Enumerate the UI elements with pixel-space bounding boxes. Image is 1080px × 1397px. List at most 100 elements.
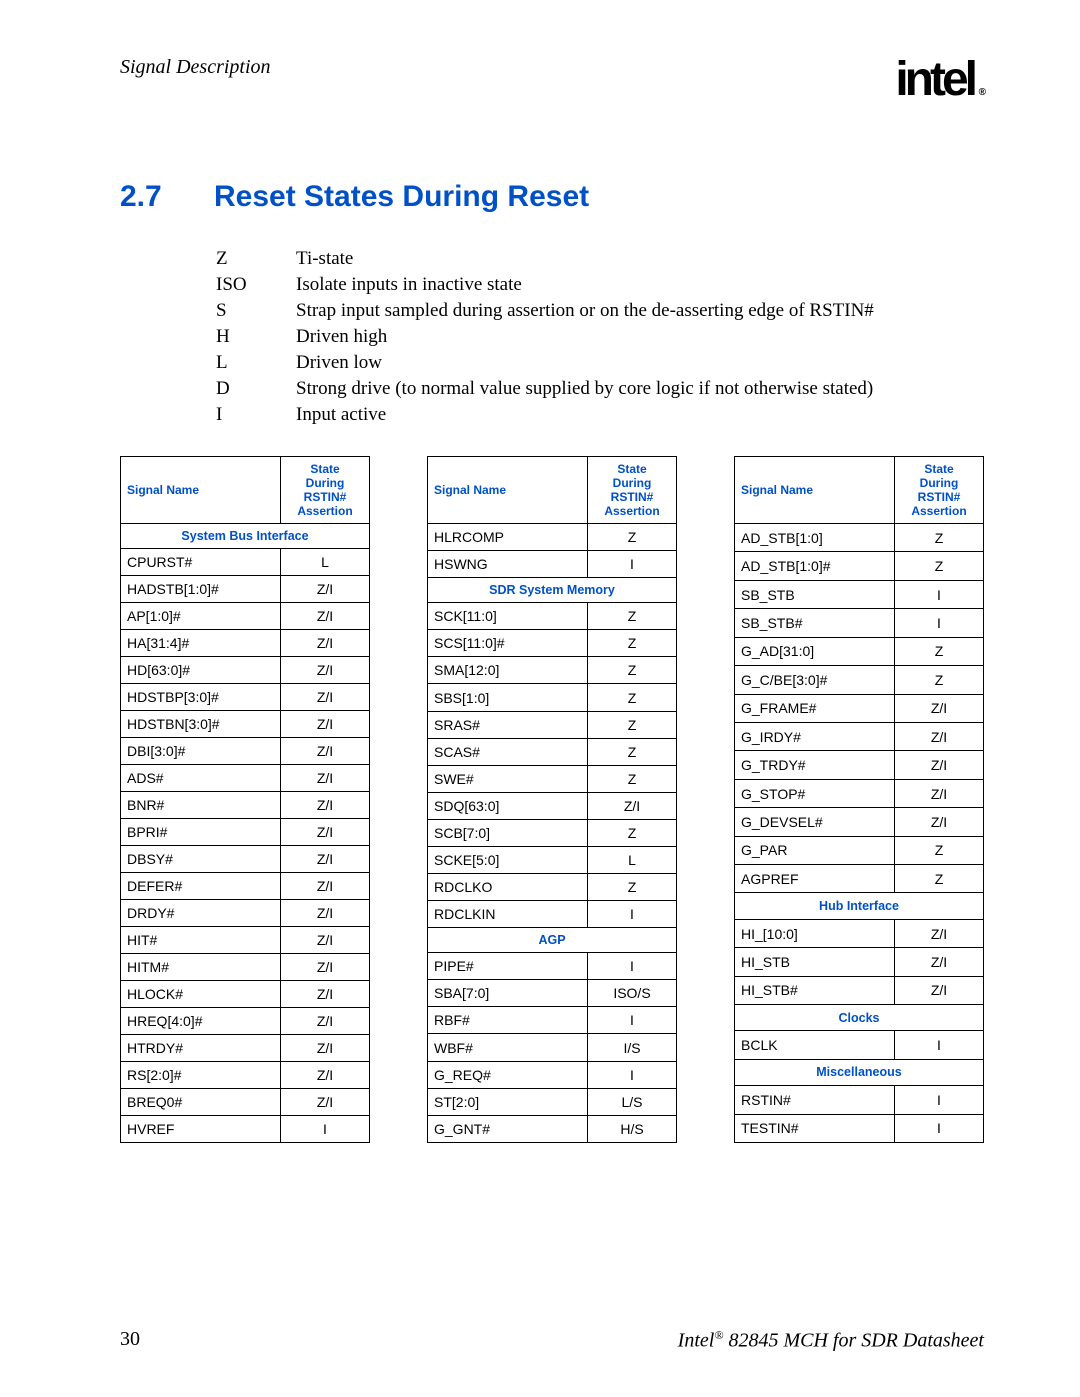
table-row: BCLKI [735,1031,984,1059]
col-header-signal-name: Signal Name [428,457,588,524]
signal-state-cell: Z/I [281,657,370,684]
group-header-row: AGP [428,928,677,953]
table-row: SWE#Z [428,765,677,792]
legend-key: S [216,300,296,322]
table-row: BREQ0#Z/I [121,1089,370,1116]
signal-state-cell: Z/I [281,1008,370,1035]
col-header-state: StateDuringRSTIN#Assertion [895,457,984,524]
table-row: HDSTBP[3:0]#Z/I [121,684,370,711]
signal-name-cell: G_TRDY# [735,751,895,779]
signal-name-cell: AP[1:0]# [121,603,281,630]
signal-state-cell: Z [588,765,677,792]
signal-state-cell: Z [895,524,984,552]
signal-name-cell: SBS[1:0] [428,684,588,711]
signal-name-cell: BREQ0# [121,1089,281,1116]
signal-state-cell: Z [588,874,677,901]
signal-state-cell: I/S [588,1034,677,1061]
table-row: PIPE#I [428,953,677,980]
signal-name-cell: SDQ[63:0] [428,792,588,819]
group-label: Miscellaneous [735,1059,984,1085]
group-header-row: Hub Interface [735,893,984,919]
table-row: WBF#I/S [428,1034,677,1061]
signal-name-cell: SRAS# [428,711,588,738]
signal-state-cell: Z/I [281,927,370,954]
table-row: HSWNGI [428,551,677,578]
legend-desc: Strong drive (to normal value supplied b… [296,378,873,400]
signal-name-cell: TESTIN# [735,1114,895,1142]
signal-name-cell: G_STOP# [735,779,895,807]
legend-key: D [216,378,296,400]
signal-name-cell: G_REQ# [428,1061,588,1088]
signal-state-cell: Z [895,552,984,580]
signal-state-cell: Z [588,738,677,765]
signal-state-cell: Z [895,865,984,893]
signal-name-cell: G_AD[31:0] [735,637,895,665]
tables-container: Signal NameStateDuringRSTIN#AssertionSys… [120,456,984,1143]
table-row: G_PARZ [735,836,984,864]
signal-name-cell: RS[2:0]# [121,1062,281,1089]
signal-name-cell: HLOCK# [121,981,281,1008]
signal-state-cell: H/S [588,1115,677,1142]
col-header-signal-name: Signal Name [735,457,895,524]
signal-state-cell: I [588,551,677,578]
table-row: RSTIN#I [735,1086,984,1114]
signal-state-cell: Z/I [895,948,984,976]
table-row: BPRI#Z/I [121,819,370,846]
signal-state-cell: Z [588,711,677,738]
signal-name-cell: RDCLKIN [428,901,588,928]
signal-state-cell: I [895,1031,984,1059]
signal-name-cell: HVREF [121,1116,281,1143]
document-title: Intel® 82845 MCH for SDR Datasheet [678,1328,984,1353]
signal-name-cell: SB_STB# [735,609,895,637]
signal-name-cell: HSWNG [428,551,588,578]
table-row: DBI[3:0]#Z/I [121,738,370,765]
signal-name-cell: G_IRDY# [735,722,895,750]
signal-state-cell: Z/I [895,919,984,947]
group-label: Hub Interface [735,893,984,919]
legend-desc: Ti-state [296,248,353,270]
signal-name-cell: HIT# [121,927,281,954]
signal-name-cell: RSTIN# [735,1086,895,1114]
signal-state-cell: L [588,846,677,873]
table-row: RDCLKOZ [428,874,677,901]
signal-state-cell: Z/I [281,630,370,657]
group-label: Clocks [735,1005,984,1031]
legend-key: ISO [216,274,296,296]
signal-state-cell: Z/I [281,738,370,765]
signal-state-cell: Z/I [281,576,370,603]
table-row: G_IRDY#Z/I [735,722,984,750]
group-header-row: Miscellaneous [735,1059,984,1085]
table-row: ST[2:0]L/S [428,1088,677,1115]
table-row: HADSTB[1:0]#Z/I [121,576,370,603]
table-row: G_DEVSEL#Z/I [735,808,984,836]
table-row: ADS#Z/I [121,765,370,792]
legend-desc: Driven high [296,326,387,348]
signal-state-cell: I [281,1116,370,1143]
signal-state-cell: Z [588,684,677,711]
signal-state-cell: Z/I [281,900,370,927]
table-row: G_FRAME#Z/I [735,694,984,722]
signal-name-cell: DBI[3:0]# [121,738,281,765]
signal-name-cell: WBF# [428,1034,588,1061]
signal-name-cell: DRDY# [121,900,281,927]
signal-name-cell: HITM# [121,954,281,981]
section-title: Reset States During Reset [214,180,589,214]
table-row: HI_STB#Z/I [735,976,984,1004]
table-row: AD_STB[1:0]#Z [735,552,984,580]
legend-desc: Driven low [296,352,382,374]
table-row: HIT#Z/I [121,927,370,954]
signal-name-cell: HI_STB# [735,976,895,1004]
signal-state-cell: Z/I [588,792,677,819]
table-row: SCAS#Z [428,738,677,765]
col-header-state: StateDuringRSTIN#Assertion [281,457,370,524]
table-row: G_C/BE[3:0]#Z [735,666,984,694]
signal-name-cell: HDSTBP[3:0]# [121,684,281,711]
signal-state-cell: Z [588,630,677,657]
signal-name-cell: SCAS# [428,738,588,765]
signal-name-cell: SMA[12:0] [428,657,588,684]
section-heading: 2.7 Reset States During Reset [120,180,984,214]
signal-name-cell: G_C/BE[3:0]# [735,666,895,694]
table-row: G_AD[31:0]Z [735,637,984,665]
signal-state-cell: I [588,953,677,980]
table-row: SB_STBI [735,580,984,608]
